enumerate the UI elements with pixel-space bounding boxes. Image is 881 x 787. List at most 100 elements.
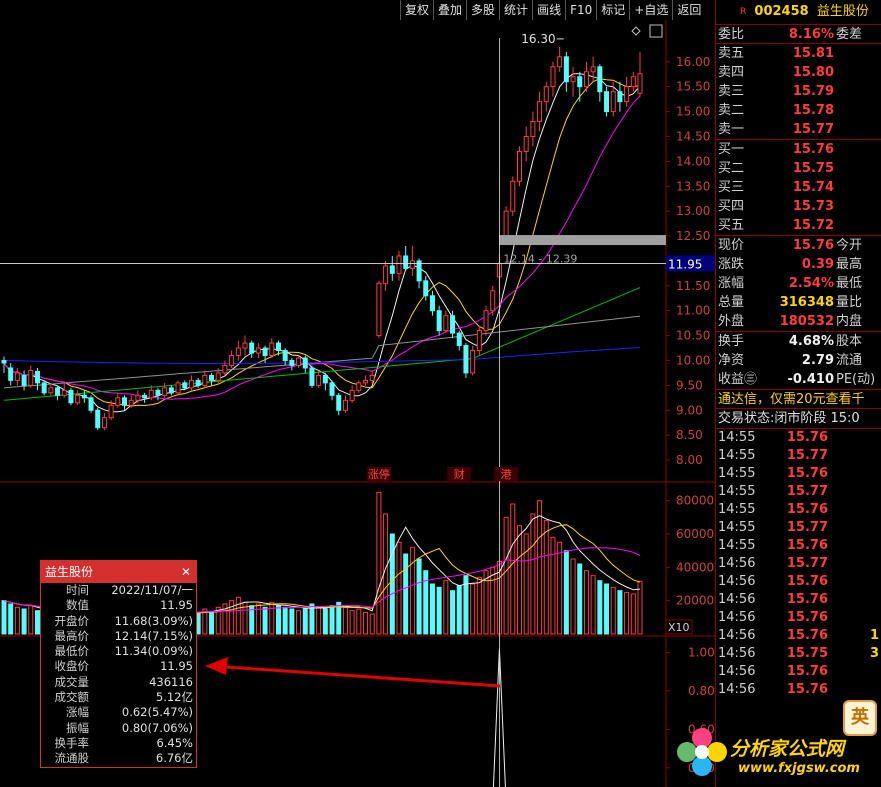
volume-bar [28,605,34,635]
buy-label: 买一 [718,142,745,157]
buy-level-1[interactable]: 买一 15.76 [716,140,881,159]
volume-bar [349,610,355,635]
volume-unit-label: X10 [668,621,690,634]
info-key: 换手率 [54,735,90,750]
candle-body [222,364,228,374]
info-key: 振幅 [66,720,89,735]
fund-label2: 流通 [836,353,863,368]
volume-bar [316,606,322,635]
weibi-value: 8.16% [788,27,834,42]
f10-button[interactable]: F10 [565,0,596,20]
ime-indicator-icon[interactable]: 英 [843,700,877,736]
tick-volume [828,447,881,465]
volume-axis-label: 80000 [676,494,714,508]
candle-body [209,374,215,381]
tick-time: 14:56 [718,556,756,571]
tick-volume [828,591,881,609]
volume-bar [322,608,328,635]
info-row: 流通股 6.76亿 [41,751,196,766]
multi-stock-button[interactable]: 多股 [466,0,499,20]
statistics-button[interactable]: 统计 [499,0,532,20]
volume-bar [282,606,288,635]
candle-body [550,66,556,88]
price-axis-label: 15.00 [676,105,710,119]
info-row: 时间 2022/11/07/一 [41,583,196,598]
flower-logo-icon [677,728,727,776]
sell-label: 卖一 [718,122,745,137]
sell-level-4[interactable]: 卖四 15.80 [716,63,881,82]
volume-bar [597,580,603,635]
quote-label2: 最低 [836,276,863,291]
volume-bar [296,610,302,635]
candle-body [429,295,435,312]
promo-notice[interactable]: 通达信，仅需20元查看千 [716,389,881,408]
tick-price: 15.76 [786,502,828,517]
candle-body [289,359,295,366]
quote-label2: 内盘 [836,314,863,329]
back-button[interactable]: 返回 [672,0,705,20]
info-key: 开盘价 [54,613,90,628]
tick-row: 14:55 15.76 [716,465,881,483]
tick-time: 14:55 [718,466,756,481]
tick-list[interactable]: 14:55 15.76 14:55 15.77 14:55 15.76 14:55 15.77… [716,428,881,699]
volume-bar [21,608,27,635]
tick-row: 14:55 15.77 [716,447,881,465]
sell-level-1[interactable]: 卖一 15.77 [716,120,881,139]
fund-value: 2.79 [801,353,834,368]
candle-body [363,379,369,384]
volume-bar [14,606,20,635]
volume-bar [389,533,395,635]
volume-bar [235,596,241,635]
sell-label: 卖二 [718,103,745,118]
sell-price: 15.81 [792,46,834,61]
restore-rights-button[interactable]: 复权 [400,0,433,20]
info-row: 振幅 0.80(7.06%) [41,721,196,736]
buy-level-3[interactable]: 买三 15.74 [716,178,881,197]
info-value: 11.34(0.09%) [114,644,193,659]
volume-bar [604,583,610,635]
quote-label: 现价 [718,238,745,253]
sell-level-2[interactable]: 卖二 15.78 [716,101,881,120]
sell-price: 15.79 [792,84,834,99]
tick-time: 14:55 [718,520,756,535]
candle-body [275,342,281,352]
candle-body [476,330,482,352]
tick-volume [828,519,881,537]
candle-body [101,417,107,429]
fundamentals: 换手 4.68% 股本 净资 2.79 流通 收益㊂ -0.410 PE(动) [716,331,881,389]
candle-body [470,350,476,374]
candle-body [389,265,395,274]
tick-row: 14:56 15.76 [716,573,881,591]
quote-row: 涨跌 0.39 最高 [716,255,881,274]
info-popup[interactable]: 益生股份 ✕ 时间 2022/11/07/一 数值 11.95 开盘价 11.68(3.0… [40,560,197,768]
sell-level-5[interactable]: 卖五 15.81 [716,44,881,63]
volume-bar [516,525,523,635]
ma-line-ma250 [3,347,641,364]
indicator-axis-label: 1.00 [688,645,715,659]
volume-axis-label: 40000 [676,560,714,574]
draw-line-button[interactable]: 画线 [532,0,565,20]
tick-volume [828,681,881,699]
mark-button[interactable]: 标记 [596,0,629,20]
buy-price: 15.74 [792,180,834,195]
volume-bar [570,558,576,635]
candle-body [34,370,40,384]
buy-level-2[interactable]: 买二 15.75 [716,159,881,178]
volume-bar [456,585,462,635]
add-watchlist-button[interactable]: +自选 [629,0,672,20]
overlay-button[interactable]: 叠加 [433,0,466,20]
buy-book: 买一 15.76 买二 15.75 买三 15.74 买四 15.73 买五 15.72 [716,139,881,235]
buy-level-4[interactable]: 买四 15.73 [716,197,881,216]
close-icon[interactable]: ✕ [181,561,191,583]
fund-label: 换手 [718,334,745,349]
candle-body [570,76,576,83]
info-key: 收盘价 [54,659,90,674]
candle-body [483,310,489,332]
candle-body [537,101,543,123]
candle-body [28,369,34,386]
buy-level-5[interactable]: 买五 15.72 [716,216,881,235]
info-popup-header[interactable]: 益生股份 ✕ [41,561,196,583]
candle-body [309,367,315,386]
sell-level-3[interactable]: 卖三 15.79 [716,82,881,101]
quote-label2: 最高 [836,257,863,272]
